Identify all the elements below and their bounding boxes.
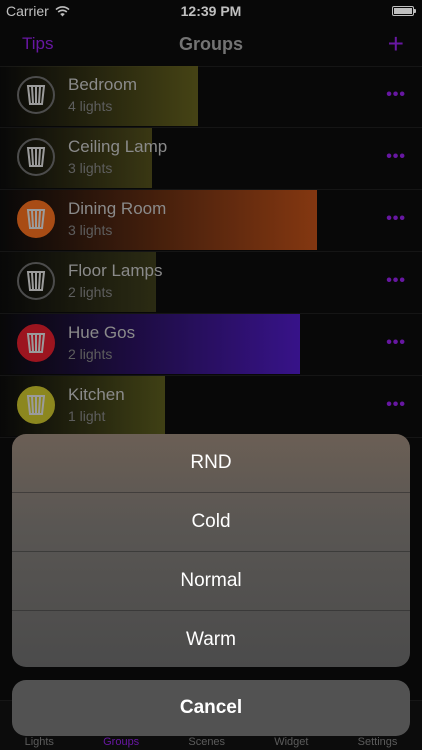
sheet-option-warm[interactable]: Warm (12, 611, 410, 667)
cancel-button[interactable]: Cancel (12, 680, 410, 736)
sheet-option-cold[interactable]: Cold (12, 493, 410, 552)
action-sheet: RND Cold Normal Warm (12, 434, 410, 667)
sheet-option-normal[interactable]: Normal (12, 552, 410, 611)
sheet-option-rnd[interactable]: RND (12, 434, 410, 493)
